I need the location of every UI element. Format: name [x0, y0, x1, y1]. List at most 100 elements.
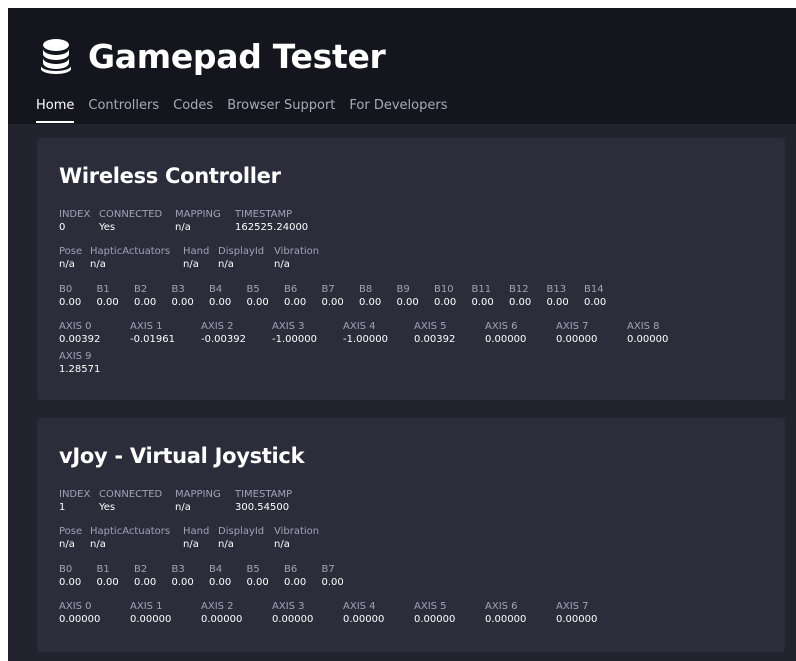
info-value: 0 [59, 222, 66, 233]
info-value: 162525.24000 [235, 222, 309, 233]
button-cell: B1 0.00 [97, 563, 119, 589]
info-label: INDEX [59, 489, 91, 500]
button-cell: B10 0.00 [434, 283, 456, 309]
extra-label: Vibration [274, 246, 320, 257]
button-label: B1 [96, 284, 110, 295]
axis-cell: AXIS 7 0.00000 [556, 320, 597, 346]
nav-codes[interactable]: Codes [173, 98, 213, 123]
button-value: 0.00 [134, 297, 157, 308]
button-label: B8 [359, 284, 373, 295]
axis-value: -0.01961 [130, 334, 175, 345]
button-cell: B0 0.00 [59, 283, 81, 309]
button-label: B10 [434, 284, 454, 295]
nav-controllers[interactable]: Controllers [88, 98, 159, 123]
button-label: B4 [209, 564, 223, 575]
extra-value: n/a [90, 259, 106, 270]
info-cell: INDEX 0 [59, 208, 90, 234]
nav-home[interactable]: Home [36, 98, 75, 123]
button-cell: B11 0.00 [472, 283, 494, 309]
info-value: Yes [99, 222, 116, 233]
button-value: 0.00 [284, 297, 307, 308]
controller-name: vJoy - Virtual Joystick [59, 444, 305, 468]
button-value: 0.00 [396, 297, 419, 308]
extra-label: Pose [59, 526, 83, 537]
axis-cell: AXIS 6 0.00000 [485, 320, 526, 346]
axis-value: 0.00392 [414, 334, 456, 345]
axis-label: AXIS 6 [485, 321, 518, 332]
extra-label: Pose [59, 246, 83, 257]
extra-label: Hand [183, 246, 210, 257]
button-value: 0.00 [96, 577, 119, 588]
button-label: B6 [284, 284, 298, 295]
button-label: B12 [509, 284, 529, 295]
controller-card: vJoy - Virtual Joystick INDEX 1 CONNECTED Y… [37, 418, 785, 652]
info-value: 1 [59, 502, 66, 513]
axis-cell: AXIS 1 0.00000 [130, 600, 171, 626]
info-label: CONNECTED [99, 209, 163, 220]
extra-value: n/a [59, 259, 75, 270]
database-stack-icon [36, 36, 76, 76]
button-cell: B3 0.00 [172, 563, 194, 589]
extra-cell: Pose n/a [59, 525, 82, 551]
nav-for-developers[interactable]: For Developers [349, 98, 447, 123]
extra-value: n/a [218, 539, 234, 550]
axis-cell: AXIS 1 -0.01961 [130, 320, 175, 346]
button-label: B13 [546, 284, 567, 295]
extra-value: n/a [274, 539, 290, 550]
axis-value: 0.00000 [201, 614, 243, 625]
extra-label: DisplayId [218, 526, 265, 537]
info-label: MAPPING [175, 209, 221, 220]
info-value: Yes [99, 502, 116, 513]
info-cell: CONNECTED Yes [99, 488, 162, 514]
button-cell: B6 0.00 [284, 283, 306, 309]
axis-value: 0.00000 [556, 614, 598, 625]
extra-value: n/a [90, 539, 106, 550]
extra-cell: HapticActuators n/a [90, 245, 170, 271]
site-brand[interactable]: Gamepad Tester [36, 36, 386, 76]
axis-cell: AXIS 4 0.00000 [343, 600, 384, 626]
button-label: B0 [59, 284, 73, 295]
extra-cell: Hand n/a [183, 525, 209, 551]
axis-value: 0.00000 [59, 614, 101, 625]
extra-cell: Vibration n/a [274, 245, 319, 271]
axis-cell: AXIS 4 -1.00000 [343, 320, 388, 346]
axis-label: AXIS 4 [343, 601, 376, 612]
button-label: B2 [134, 564, 148, 575]
info-cell: CONNECTED Yes [99, 208, 162, 234]
nav-browser-support[interactable]: Browser Support [227, 98, 335, 123]
button-value: 0.00 [209, 577, 232, 588]
button-value: 0.00 [471, 297, 494, 308]
axis-label: AXIS 0 [59, 321, 92, 332]
info-value: n/a [175, 502, 191, 513]
extra-label: Vibration [274, 526, 320, 537]
button-cell: B2 0.00 [134, 563, 156, 589]
axis-label: AXIS 2 [201, 321, 234, 332]
button-cell: B7 0.00 [322, 283, 344, 309]
axis-value: -0.00392 [201, 334, 246, 345]
info-label: MAPPING [175, 489, 221, 500]
button-label: B5 [246, 284, 260, 295]
axis-label: AXIS 3 [272, 601, 305, 612]
button-label: B7 [321, 564, 335, 575]
axis-label: AXIS 3 [272, 321, 305, 332]
axis-label: AXIS 7 [556, 321, 589, 332]
axis-cell: AXIS 2 -0.00392 [201, 320, 246, 346]
axis-value: 0.00000 [343, 614, 385, 625]
axis-label: AXIS 8 [627, 321, 660, 332]
extra-value: n/a [183, 259, 199, 270]
button-value: 0.00 [509, 297, 532, 308]
button-value: 0.00 [321, 297, 344, 308]
button-label: B11 [471, 284, 492, 295]
extra-label: HapticActuators [90, 526, 171, 537]
button-cell: B2 0.00 [134, 283, 156, 309]
button-value: 0.00 [96, 297, 119, 308]
axis-cell: AXIS 6 0.00000 [485, 600, 526, 626]
info-value: 300.54500 [235, 502, 290, 513]
info-value: n/a [175, 222, 191, 233]
extra-value: n/a [274, 259, 290, 270]
info-cell: INDEX 1 [59, 488, 90, 514]
button-cell: B4 0.00 [209, 563, 231, 589]
axis-cell: AXIS 0 0.00000 [59, 600, 100, 626]
axis-label: AXIS 7 [556, 601, 589, 612]
axis-value: 0.00000 [414, 614, 456, 625]
